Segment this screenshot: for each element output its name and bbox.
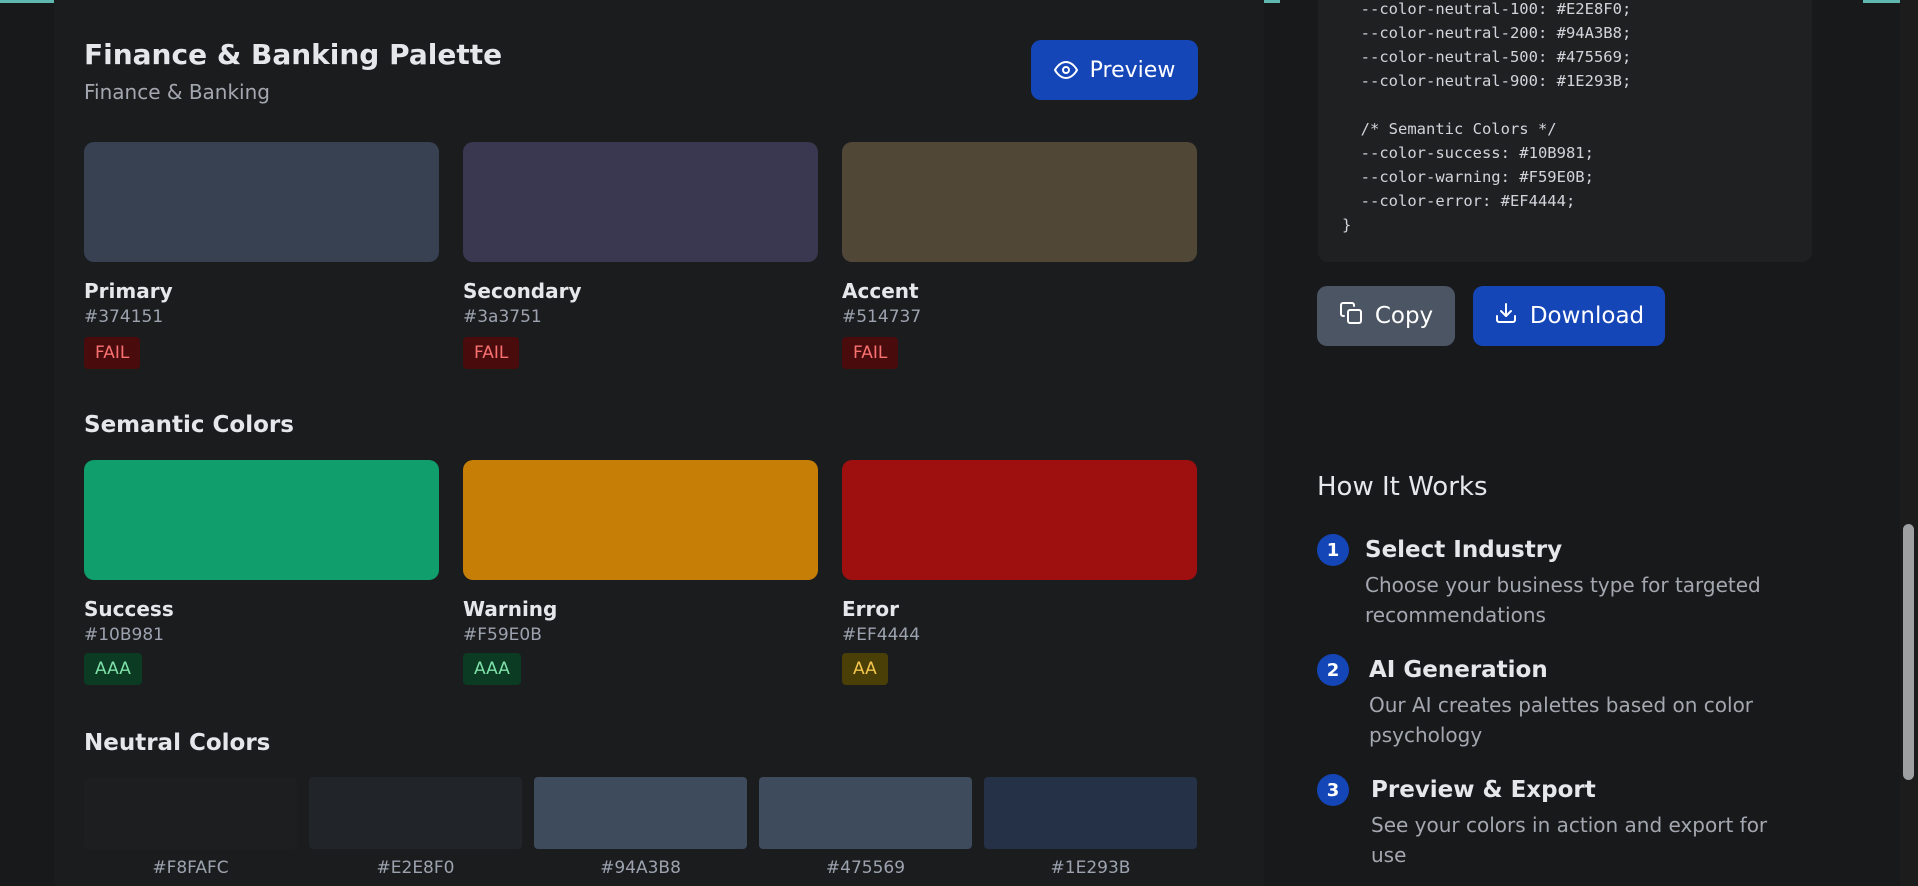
code-line: --color-neutral-100: #E2E8F0; — [1342, 0, 1632, 18]
code-line: --color-error: #EF4444; — [1342, 192, 1576, 210]
warning-contrast-badge: AAA — [463, 653, 521, 685]
accent-hex: #514737 — [842, 307, 922, 327]
step-title: AI Generation — [1369, 657, 1548, 683]
code-line: --color-neutral-900: #1E293B; — [1342, 72, 1632, 90]
step-title: Select Industry — [1365, 537, 1563, 563]
step-description: Choose your business type for targeted r… — [1365, 573, 1761, 627]
accent-name: Accent — [842, 279, 919, 303]
code-line: /* Semantic Colors */ — [1342, 120, 1557, 138]
eye-icon — [1053, 58, 1078, 82]
success-name: Success — [84, 597, 174, 621]
secondary-hex: #3a3751 — [463, 307, 542, 327]
code-line: --color-warning: #F59E0B; — [1342, 168, 1594, 186]
success-hex: #10B981 — [84, 625, 164, 645]
neutral-hex: #475569 — [825, 858, 906, 878]
step-number: 1 — [1317, 534, 1349, 566]
copy-label: Copy — [1374, 303, 1434, 329]
download-icon — [1494, 301, 1518, 331]
accent-contrast-badge: FAIL — [842, 337, 899, 369]
step-number: 3 — [1317, 774, 1349, 806]
warning-name: Warning — [463, 597, 558, 621]
success-contrast-badge: AAA — [84, 653, 142, 685]
secondary-contrast-badge: FAIL — [463, 337, 520, 369]
how-it-works-title: How It Works — [1317, 472, 1488, 502]
primary-contrast-badge: FAIL — [84, 337, 141, 369]
neutral-swatch[interactable] — [984, 777, 1197, 849]
error-swatch[interactable] — [842, 460, 1197, 580]
step-number: 2 — [1317, 654, 1349, 686]
code-line: } — [1342, 216, 1352, 234]
primary-hex: #374151 — [84, 307, 164, 327]
neutral-hex: #94A3B8 — [600, 858, 681, 878]
primary-name: Primary — [84, 279, 173, 303]
neutral-swatch[interactable] — [759, 777, 972, 849]
error-name: Error — [842, 597, 899, 621]
warning-swatch[interactable] — [463, 460, 818, 580]
scrollbar-thumb[interactable] — [1903, 524, 1914, 780]
accent-swatch[interactable] — [842, 142, 1197, 262]
semantic-colors-title: Semantic Colors — [84, 412, 294, 438]
step-description: See your colors in action and export for… — [1371, 813, 1768, 867]
palette-title: Finance & Banking Palette — [84, 38, 503, 71]
success-swatch[interactable] — [84, 460, 439, 580]
preview-button[interactable]: Preview — [1031, 40, 1198, 100]
neutral-swatch[interactable] — [534, 777, 747, 849]
download-label: Download — [1529, 303, 1645, 329]
code-line: --color-success: #10B981; — [1342, 144, 1594, 162]
neutral-swatch[interactable] — [84, 777, 297, 849]
neutral-hex: #F8FAFC — [152, 858, 229, 878]
download-button[interactable]: Download — [1473, 286, 1665, 346]
copy-button[interactable]: Copy — [1317, 286, 1455, 346]
primary-swatch[interactable] — [84, 142, 439, 262]
warning-hex: #F59E0B — [463, 625, 542, 645]
neutral-colors-title: Neutral Colors — [84, 730, 271, 756]
step-title: Preview & Export — [1371, 777, 1596, 803]
error-contrast-badge: AA — [842, 653, 888, 685]
palette-subtitle: Finance & Banking — [84, 80, 270, 104]
secondary-name: Secondary — [463, 279, 582, 303]
preview-label: Preview — [1089, 57, 1176, 83]
code-line: --color-neutral-200: #94A3B8; — [1342, 24, 1632, 42]
step-description: Our AI creates palettes based on color p… — [1369, 693, 1754, 747]
error-hex: #EF4444 — [842, 625, 921, 645]
neutral-swatch[interactable] — [309, 777, 522, 849]
neutral-hex: #E2E8F0 — [376, 858, 455, 878]
copy-icon — [1339, 301, 1363, 331]
secondary-swatch[interactable] — [463, 142, 818, 262]
neutral-hex: #1E293B — [1050, 858, 1131, 878]
code-line: --color-neutral-500: #475569; — [1342, 48, 1632, 66]
